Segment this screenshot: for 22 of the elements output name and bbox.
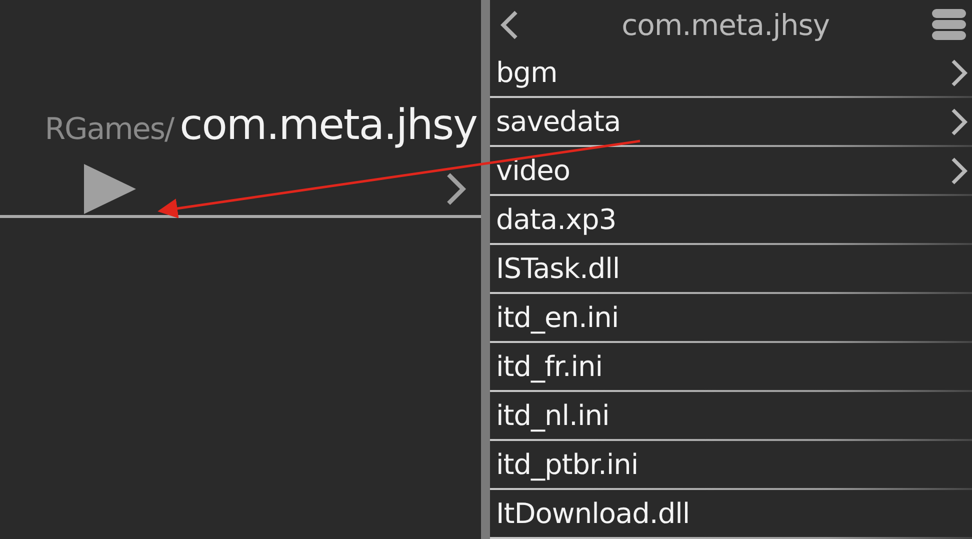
parent-folder-link[interactable]: RGames/ [44, 112, 174, 147]
file-list-item[interactable]: ItDownload.dll [490, 490, 972, 539]
file-list-item[interactable]: itd_ptbr.ini [490, 441, 972, 490]
chevron-right-icon [445, 170, 467, 206]
file-list-item[interactable]: itd_en.ini [490, 294, 972, 343]
file-list-item[interactable]: itd_nl.ini [490, 392, 972, 441]
back-button[interactable] [500, 8, 520, 40]
file-list-item[interactable]: ISTask.dll [490, 245, 972, 294]
chevron-left-icon [500, 8, 520, 40]
menu-button[interactable] [932, 8, 966, 40]
file-list-item[interactable]: savedata [490, 98, 972, 147]
file-list-item[interactable]: video [490, 147, 972, 196]
file-list-item[interactable]: itd_fr.ini [490, 343, 972, 392]
play-button[interactable] [84, 164, 136, 214]
current-folder-name: com.meta.jhsy [180, 100, 477, 149]
chevron-right-icon [950, 58, 968, 88]
forward-button[interactable] [445, 170, 467, 206]
file-list-item[interactable]: data.xp3 [490, 196, 972, 245]
file-list-item[interactable]: bgm [490, 49, 972, 98]
chevron-right-icon [950, 156, 968, 186]
folder-title: com.meta.jhsy [622, 8, 830, 42]
chevron-right-icon [950, 106, 968, 136]
